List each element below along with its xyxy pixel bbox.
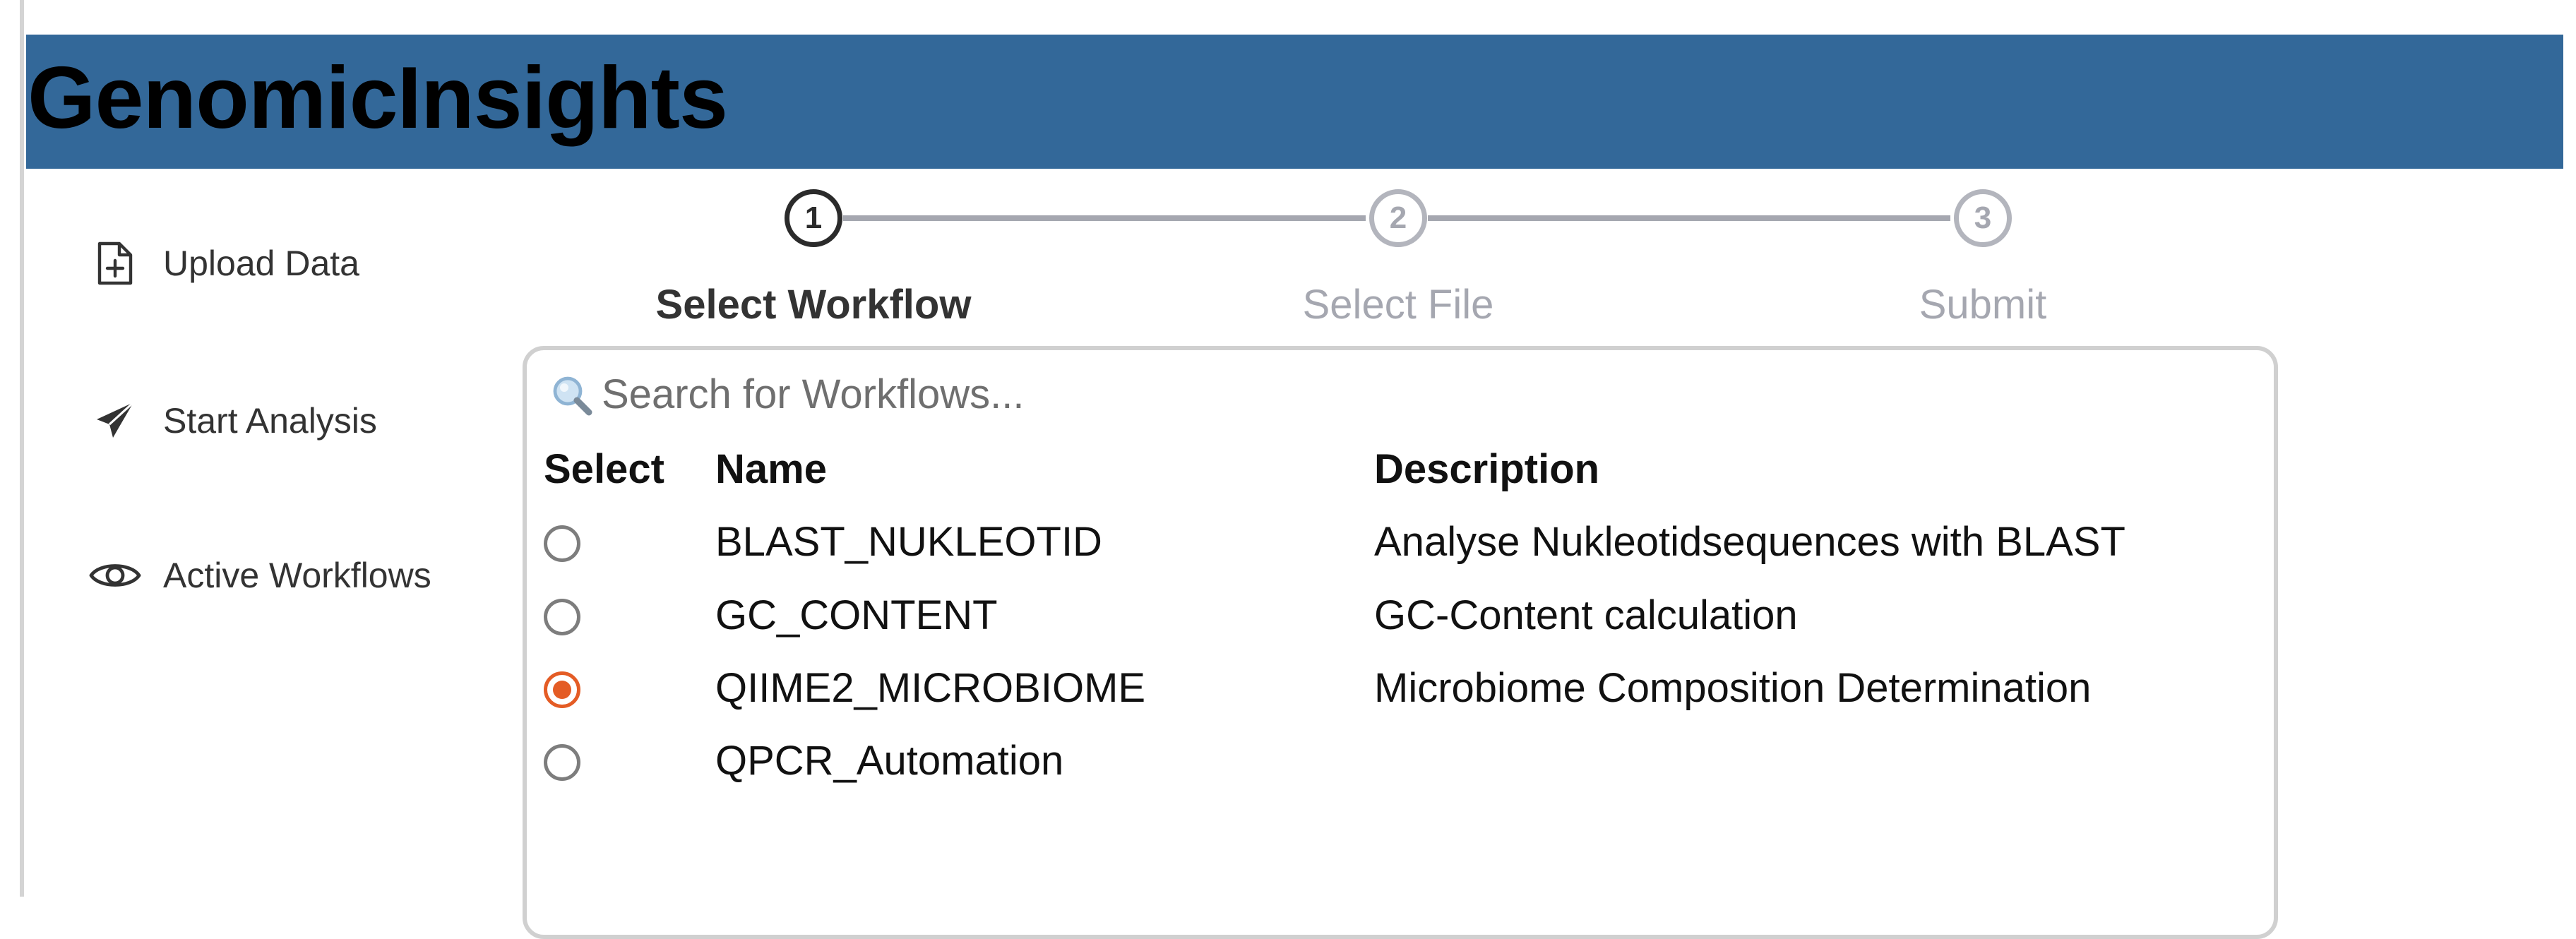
workflow-radio[interactable] bbox=[544, 599, 580, 635]
step-number: 1 bbox=[804, 201, 823, 235]
column-header-select: Select bbox=[544, 446, 664, 492]
table-row[interactable]: QIIME2_MICROBIOME Microbiome Composition… bbox=[527, 652, 2271, 722]
left-border-rule bbox=[20, 0, 24, 897]
workflow-radio[interactable] bbox=[544, 744, 580, 781]
stepper-connector-2-3 bbox=[1428, 215, 1950, 221]
step-2-label: Select File bbox=[1302, 282, 1494, 328]
step-number: 2 bbox=[1389, 201, 1407, 235]
step-1-indicator[interactable]: 1 bbox=[785, 189, 842, 247]
eye-icon bbox=[88, 549, 142, 602]
workflow-radio[interactable] bbox=[544, 671, 580, 708]
sidebar-item-upload-data[interactable]: Upload Data bbox=[88, 235, 359, 292]
paper-plane-icon bbox=[88, 394, 142, 448]
workflow-description: Analyse Nukleotidsequences with BLAST bbox=[1374, 519, 2125, 565]
step-3-label: Submit bbox=[1919, 282, 2047, 328]
workflow-description: Microbiome Composition Determination bbox=[1374, 665, 2092, 711]
table-row[interactable]: QPCR_Automation bbox=[527, 724, 2271, 795]
app-title: GenomicInsights bbox=[28, 49, 728, 147]
workflow-name: QPCR_Automation bbox=[715, 738, 1064, 784]
sidebar-item-label: Upload Data bbox=[163, 244, 359, 283]
table-row[interactable]: GC_CONTENT GC-Content calculation bbox=[527, 579, 2271, 650]
workflow-selection-panel: Select Name Description BLAST_NUKLEOTID … bbox=[523, 346, 2278, 939]
workflow-description: GC-Content calculation bbox=[1374, 592, 1798, 638]
step-2-indicator[interactable]: 2 bbox=[1369, 189, 1427, 247]
column-header-name: Name bbox=[715, 446, 827, 492]
table-row[interactable]: BLAST_NUKLEOTID Analyse Nukleotidsequenc… bbox=[527, 506, 2271, 576]
column-header-description: Description bbox=[1374, 446, 1600, 492]
workflow-search-input[interactable] bbox=[602, 366, 2226, 422]
workflow-name: GC_CONTENT bbox=[715, 592, 998, 638]
app-header: GenomicInsights bbox=[26, 35, 2563, 169]
step-number: 3 bbox=[1974, 201, 1992, 235]
sidebar-item-start-analysis[interactable]: Start Analysis bbox=[88, 393, 377, 449]
search-icon bbox=[549, 373, 595, 418]
sidebar-item-label: Active Workflows bbox=[163, 556, 431, 595]
step-3-indicator[interactable]: 3 bbox=[1954, 189, 2012, 247]
step-1-label: Select Workflow bbox=[655, 282, 972, 328]
workflow-radio[interactable] bbox=[544, 525, 580, 562]
file-plus-icon bbox=[88, 237, 142, 290]
sidebar-item-label: Start Analysis bbox=[163, 401, 377, 441]
workflow-name: QIIME2_MICROBIOME bbox=[715, 665, 1146, 711]
sidebar-item-active-workflows[interactable]: Active Workflows bbox=[88, 547, 431, 604]
stepper-connector-1-2 bbox=[843, 215, 1366, 221]
workflow-name: BLAST_NUKLEOTID bbox=[715, 519, 1102, 565]
